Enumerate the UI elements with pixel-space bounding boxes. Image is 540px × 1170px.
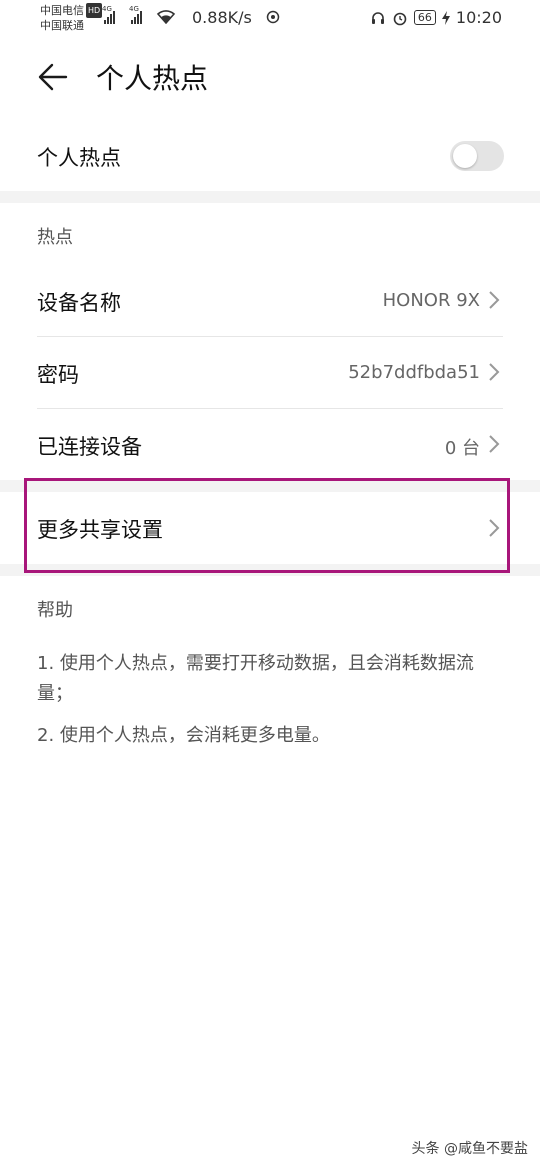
help-text-2: 2. 使用个人热点，会消耗更多电量。 <box>37 725 330 746</box>
section-heading-help: 帮助 <box>37 600 73 621</box>
toggle-knob <box>453 144 477 168</box>
network-type-1: 4G <box>102 5 112 13</box>
connected-devices-label: 已连接设备 <box>37 435 142 459</box>
signal-icon-2: 4G <box>129 5 142 24</box>
section-heading-hotspot: 热点 <box>37 227 73 248</box>
network-type-2: 4G <box>129 5 139 13</box>
carrier-2: 中国联通 <box>40 19 84 32</box>
device-name-value: HONOR 9X <box>382 290 480 311</box>
hotspot-toggle-switch[interactable] <box>450 141 504 171</box>
settings-row-password[interactable]: 密码 52b7ddfbda51 <box>0 337 540 408</box>
settings-row-connected-devices[interactable]: 已连接设备 0 台 <box>0 409 540 479</box>
password-value: 52b7ddfbda51 <box>348 362 480 383</box>
chevron-right-icon <box>489 435 500 453</box>
wifi-icon <box>156 10 176 24</box>
help-text-1: 1. 使用个人热点，需要打开移动数据，且会消耗数据流量； <box>37 653 474 704</box>
back-arrow-icon[interactable] <box>36 60 70 94</box>
chevron-right-icon <box>489 291 500 309</box>
signal-indicators: 4G 4G <box>102 5 176 24</box>
chevron-right-icon <box>489 363 500 381</box>
password-label: 密码 <box>37 363 79 387</box>
carrier-info: 中国电信 HD 中国联通 <box>40 3 103 33</box>
signal-icon-1: 4G <box>102 5 115 24</box>
settings-row-device-name[interactable]: 设备名称 HONOR 9X <box>0 265 540 336</box>
hotspot-status-icon <box>266 10 280 24</box>
connected-devices-value: 0 台 <box>444 438 480 459</box>
battery-icon: 66 <box>413 10 436 25</box>
hd-badge: HD <box>86 3 103 18</box>
status-right: 66 10:20 <box>370 8 502 27</box>
section-divider <box>0 191 540 203</box>
clock: 10:20 <box>455 8 502 27</box>
network-speed: 0.88K/s <box>192 8 252 27</box>
headset-icon <box>371 11 384 24</box>
hotspot-toggle-label: 个人热点 <box>37 146 121 170</box>
highlight-box <box>24 478 510 573</box>
charging-icon <box>441 10 450 25</box>
page-title: 个人热点 <box>96 62 209 95</box>
device-name-label: 设备名称 <box>37 291 121 315</box>
watermark: 头条 @咸鱼不要盐 <box>411 1141 528 1157</box>
carrier-1: 中国电信 <box>40 4 84 17</box>
alarm-icon <box>393 12 407 25</box>
